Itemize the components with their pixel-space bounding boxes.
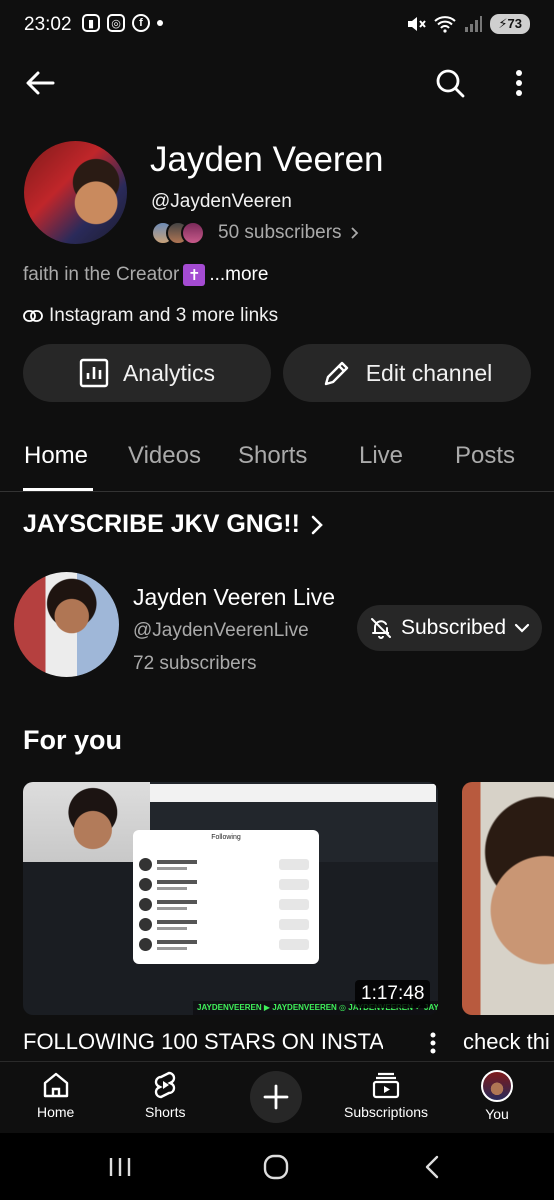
nav-subscriptions[interactable]: Subscriptions bbox=[344, 1070, 428, 1120]
pencil-icon bbox=[324, 361, 348, 386]
chevron-down-icon bbox=[514, 623, 530, 633]
twitch-icon: ▮ bbox=[82, 14, 100, 32]
bell-off-icon bbox=[370, 618, 391, 639]
mute-icon bbox=[408, 17, 427, 31]
links-text: Instagram and 3 more links bbox=[49, 305, 279, 326]
section-title: JAYSCRIBE JKV GNG!! bbox=[23, 510, 300, 538]
status-notification-icons: ▮ ◎ f bbox=[82, 14, 163, 32]
kebab-menu-icon bbox=[430, 1032, 436, 1054]
thumb-webcam bbox=[23, 782, 150, 862]
back-button[interactable] bbox=[20, 63, 60, 103]
subscribers-row[interactable]: 50 subscribers bbox=[151, 221, 360, 245]
nav-subscriptions-label: Subscriptions bbox=[344, 1104, 429, 1120]
nav-shorts[interactable]: Shorts bbox=[145, 1070, 185, 1120]
tab-shorts[interactable]: Shorts bbox=[238, 442, 307, 470]
battery-indicator: ⚡73 bbox=[490, 14, 530, 34]
recent-apps-button[interactable] bbox=[100, 1147, 140, 1187]
nav-shorts-label: Shorts bbox=[145, 1104, 186, 1120]
for-you-heading: For you bbox=[23, 725, 122, 755]
thumb-row bbox=[139, 896, 313, 914]
search-icon bbox=[436, 69, 465, 98]
subscriber-count: 50 subscribers bbox=[218, 222, 342, 243]
nav-home[interactable]: Home bbox=[37, 1070, 74, 1120]
edit-channel-button[interactable]: Edit channel bbox=[283, 344, 531, 402]
subscribed-button[interactable]: Subscribed bbox=[357, 605, 542, 651]
home-system-button[interactable] bbox=[256, 1147, 296, 1187]
create-button[interactable] bbox=[250, 1071, 302, 1123]
thumb-modal-title: Following bbox=[211, 834, 241, 841]
analytics-label: Analytics bbox=[122, 359, 216, 386]
thumb-row bbox=[139, 876, 313, 894]
recent-apps-icon bbox=[109, 1158, 131, 1176]
channel-name: Jayden Veeren bbox=[150, 140, 384, 179]
featured-channel-handle: @JaydenVeerenLive bbox=[133, 620, 309, 641]
channel-avatar[interactable] bbox=[24, 141, 127, 244]
search-button[interactable] bbox=[430, 63, 470, 103]
video-duration: 1:17:48 bbox=[355, 980, 431, 1008]
home-circle-icon bbox=[263, 1154, 289, 1180]
video-title-2[interactable]: check thi bbox=[463, 1029, 554, 1061]
you-avatar bbox=[481, 1070, 513, 1102]
channel-handle: @JaydenVeeren bbox=[151, 191, 292, 212]
analytics-icon bbox=[79, 358, 109, 388]
tab-live[interactable]: Live bbox=[359, 442, 403, 470]
subscriber-avatar bbox=[181, 221, 205, 245]
cross-emoji-icon: ✝ bbox=[183, 264, 206, 286]
analytics-button[interactable]: Analytics bbox=[23, 344, 271, 402]
chevron-right-icon bbox=[311, 515, 323, 534]
nav-you[interactable]: You bbox=[481, 1070, 513, 1122]
signal-icon bbox=[465, 16, 483, 32]
back-system-button[interactable] bbox=[412, 1147, 452, 1187]
thumb-row bbox=[139, 916, 313, 934]
active-tab-indicator bbox=[23, 488, 93, 491]
video-more-button[interactable] bbox=[422, 1029, 444, 1057]
wifi-icon bbox=[434, 16, 457, 33]
system-nav-bar bbox=[0, 1133, 554, 1200]
chevron-left-icon bbox=[425, 1155, 439, 1179]
home-icon bbox=[43, 1072, 68, 1098]
nav-you-label: You bbox=[485, 1106, 509, 1122]
thumb-row bbox=[139, 936, 313, 954]
kebab-menu-icon bbox=[516, 70, 522, 96]
subscriber-avatars bbox=[151, 221, 205, 245]
arrow-left-icon bbox=[26, 71, 55, 95]
featured-channel-avatar[interactable] bbox=[14, 572, 119, 677]
channel-description[interactable]: faith in the Creator ✝ ...more bbox=[23, 264, 268, 286]
battery-level: 73 bbox=[507, 16, 522, 31]
thumb-following-modal: Following bbox=[133, 830, 319, 964]
tab-posts[interactable]: Posts bbox=[455, 442, 515, 470]
shorts-icon bbox=[155, 1071, 176, 1099]
video-thumbnail-2[interactable] bbox=[462, 782, 554, 1015]
channel-tabs: Home Videos Shorts Live Posts bbox=[0, 436, 554, 492]
tab-home[interactable]: Home bbox=[24, 442, 88, 470]
instagram-icon: ◎ bbox=[107, 14, 125, 32]
thumb-row bbox=[139, 856, 313, 874]
more-options-button[interactable] bbox=[499, 63, 539, 103]
thumb-browser-bar bbox=[150, 784, 436, 802]
channel-links[interactable]: Instagram and 3 more links bbox=[23, 305, 278, 327]
featured-channel-name[interactable]: Jayden Veeren Live bbox=[133, 584, 335, 611]
subscriptions-icon bbox=[372, 1072, 400, 1099]
more-link[interactable]: ...more bbox=[209, 264, 268, 286]
video-title[interactable]: FOLLOWING 100 STARS ON INSTA bbox=[23, 1029, 383, 1061]
status-right-icons: ⚡73 bbox=[406, 14, 530, 34]
plus-icon bbox=[263, 1084, 289, 1110]
nav-home-label: Home bbox=[37, 1104, 75, 1120]
tab-videos[interactable]: Videos bbox=[128, 442, 201, 470]
description-text: faith in the Creator bbox=[23, 264, 180, 285]
bottom-nav: Home Shorts Subscriptions You bbox=[0, 1061, 554, 1133]
subscribed-label: Subscribed bbox=[400, 616, 507, 639]
link-icon bbox=[23, 310, 43, 322]
status-time: 23:02 bbox=[24, 14, 72, 35]
notification-dot-icon bbox=[157, 20, 163, 26]
section-header[interactable]: JAYSCRIBE JKV GNG!! bbox=[23, 510, 324, 539]
chevron-right-icon bbox=[350, 227, 358, 239]
threads-icon: f bbox=[132, 14, 150, 32]
edit-channel-label: Edit channel bbox=[365, 359, 493, 386]
featured-channel-subscribers: 72 subscribers bbox=[133, 653, 257, 674]
